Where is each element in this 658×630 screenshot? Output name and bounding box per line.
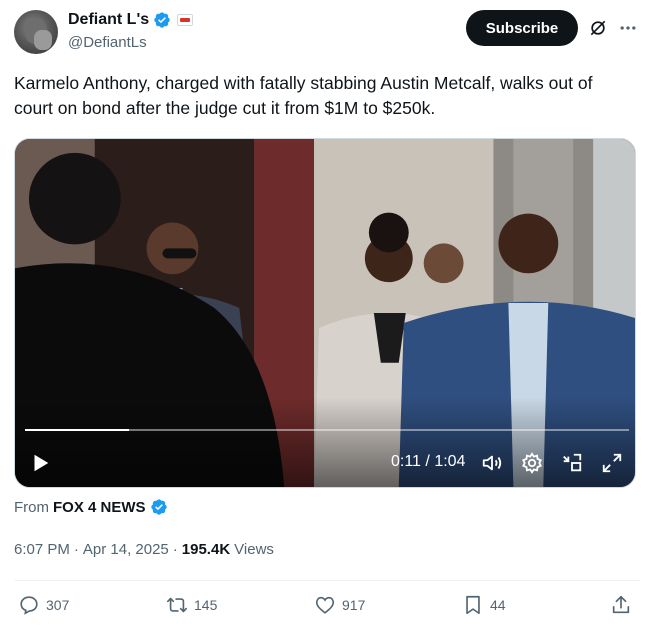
affiliate-badge-icon[interactable]: [177, 14, 194, 26]
like-count: 917: [342, 597, 366, 613]
volume-icon[interactable]: [481, 452, 503, 474]
reply-icon: [20, 596, 38, 615]
subscribe-button[interactable]: Subscribe: [466, 10, 578, 46]
handle[interactable]: @DefiantLs: [68, 34, 147, 51]
reply-button[interactable]: 307: [18, 594, 69, 616]
meta-dot: ·: [172, 541, 178, 558]
avatar[interactable]: [14, 10, 58, 54]
bookmark-button[interactable]: 44: [462, 594, 506, 616]
share-icon: [612, 595, 630, 614]
tweet-header: Defiant L's @DefiantLs Subscribe: [14, 10, 644, 56]
display-name[interactable]: Defiant L's: [68, 11, 149, 29]
bookmark-count: 44: [490, 597, 506, 613]
video-duration: 1:04: [434, 453, 466, 470]
like-icon: [315, 596, 335, 614]
settings-icon[interactable]: [521, 452, 543, 474]
repost-icon: [167, 597, 187, 613]
minimize-icon[interactable]: [561, 452, 583, 474]
fullscreen-icon[interactable]: [601, 452, 623, 474]
video-time-separator: /: [425, 453, 430, 470]
video-current-time: 0:11: [391, 453, 421, 470]
action-bar: 307 145 917 44: [0, 594, 658, 620]
repost-button[interactable]: 145: [166, 594, 217, 616]
like-button[interactable]: 917: [314, 594, 365, 616]
tweet-time[interactable]: 6:07 PM: [14, 541, 70, 558]
more-icon[interactable]: [618, 18, 638, 38]
bookmark-icon: [466, 595, 480, 615]
tweet-date[interactable]: Apr 14, 2025: [83, 541, 169, 558]
verified-badge-icon: [154, 12, 170, 28]
verified-badge-icon: [150, 499, 167, 515]
avatar-hand: [34, 30, 52, 50]
views-label: Views: [234, 541, 274, 558]
source-name[interactable]: FOX 4 NEWS: [53, 499, 146, 516]
video-progress-fill: [25, 429, 129, 431]
play-icon[interactable]: [29, 451, 51, 475]
grok-icon[interactable]: [588, 18, 608, 38]
divider: [14, 580, 640, 581]
source-prefix: From: [14, 498, 49, 516]
video-progress-bar[interactable]: [25, 429, 629, 431]
meta-dot: ·: [73, 541, 79, 558]
video-source: From FOX 4 NEWS: [14, 498, 168, 516]
tweet-meta: 6:07 PM · Apr 14, 2025 · 195.4K Views: [14, 541, 274, 558]
share-button[interactable]: [610, 594, 632, 616]
name-row: Defiant L's: [68, 11, 194, 29]
views-count: 195.4K: [181, 541, 231, 558]
repost-count: 145: [194, 597, 218, 613]
reply-count: 307: [46, 597, 70, 613]
tweet-text: Karmelo Anthony, charged with fatally st…: [14, 73, 593, 118]
video-time: 0:11 / 1:04: [391, 453, 465, 471]
video-player[interactable]: 0:11 / 1:04: [14, 138, 636, 488]
